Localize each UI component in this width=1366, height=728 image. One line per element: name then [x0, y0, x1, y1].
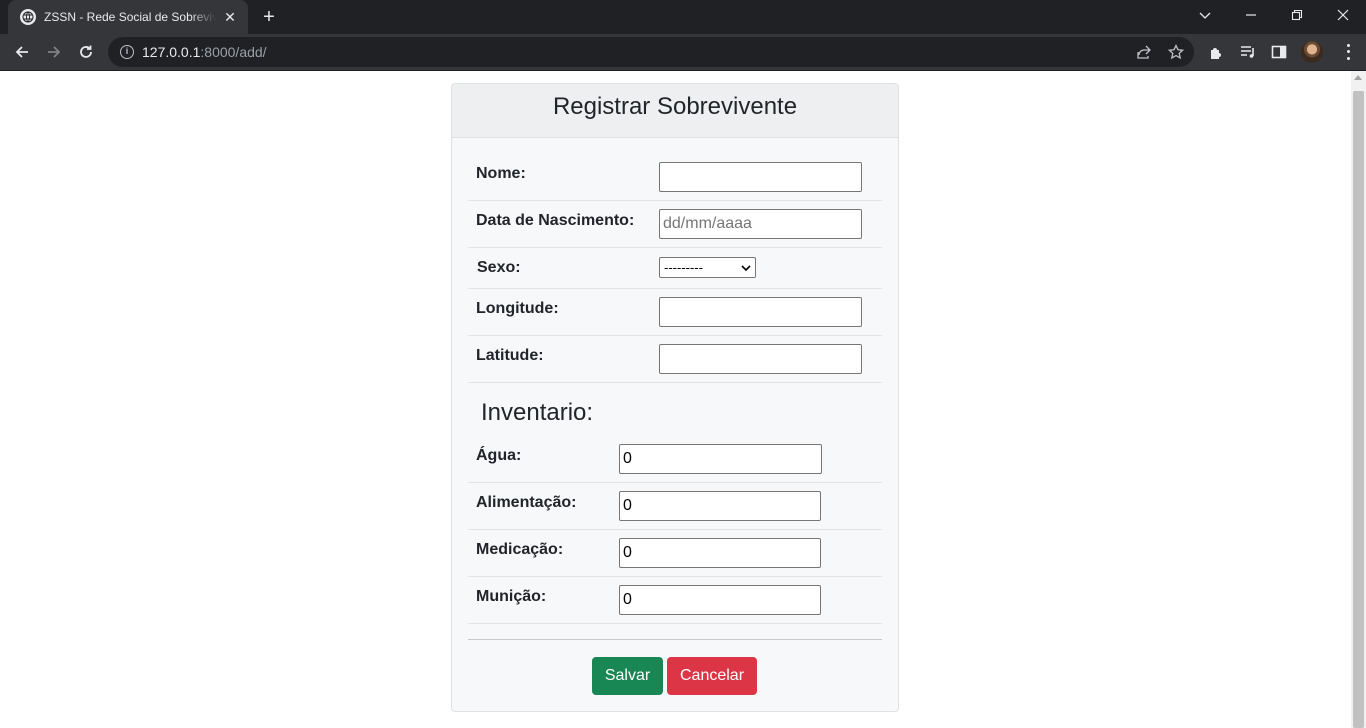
tab-title: ZSSN - Rede Social de Sobreviventes: [44, 10, 216, 24]
scroll-up-icon[interactable]: [1354, 75, 1362, 80]
label-alimentacao: Alimentação:: [476, 494, 577, 511]
form-row-longitude: Longitude:: [468, 289, 882, 336]
label-nome: Nome:: [476, 165, 526, 182]
url-host: 127.0.0.1: [142, 44, 201, 60]
menu-icon[interactable]: [1340, 42, 1356, 62]
side-panel-icon[interactable]: [1271, 44, 1287, 60]
address-bar[interactable]: i 127.0.0.1:8000/add/: [108, 37, 1194, 67]
form-row-medicacao: Medicação:: [468, 530, 882, 577]
page-scrollbar[interactable]: [1351, 71, 1366, 728]
info-icon[interactable]: i: [120, 45, 134, 59]
form-row-nascimento: Data de Nascimento:: [468, 201, 882, 248]
globe-icon: [20, 9, 36, 25]
url-path: :8000/add/: [200, 44, 267, 60]
close-tab-icon[interactable]: ✕: [222, 9, 238, 26]
form-row-sexo: Sexo: ---------: [468, 248, 882, 289]
scrollbar-thumb[interactable]: [1353, 91, 1364, 728]
medicacao-input[interactable]: [619, 538, 821, 568]
label-municao: Munição:: [476, 588, 547, 605]
star-icon[interactable]: [1168, 44, 1184, 60]
label-medicacao: Medicação:: [476, 541, 564, 558]
label-nascimento: Data de Nascimento:: [476, 212, 635, 229]
label-latitude: Latitude:: [476, 347, 544, 364]
form-divider: [468, 639, 882, 640]
nome-input[interactable]: [659, 162, 862, 192]
agua-input[interactable]: [619, 444, 822, 474]
page-viewport: Registrar Sobrevivente Nome: Data de Nas…: [0, 71, 1366, 728]
save-button[interactable]: Salvar: [592, 657, 663, 695]
forward-button[interactable]: [40, 38, 68, 66]
sexo-selected-value: ---------: [664, 260, 703, 275]
share-icon[interactable]: [1136, 44, 1152, 60]
form-row-agua: Água:: [468, 436, 882, 483]
close-icon: [1337, 9, 1349, 21]
tab-strip: ZSSN - Rede Social de Sobreviventes ✕ +: [0, 0, 1366, 34]
media-control-icon[interactable]: [1240, 44, 1256, 60]
arrow-left-icon: [15, 46, 28, 58]
reload-icon: [80, 45, 92, 58]
chevron-down-icon: [741, 264, 751, 271]
minimize-button[interactable]: [1228, 0, 1274, 30]
form-row-municao: Munição:: [468, 577, 882, 624]
form-row-nome: Nome:: [468, 150, 882, 201]
extensions-icon[interactable]: [1208, 44, 1224, 60]
reload-button[interactable]: [72, 38, 100, 66]
form-row-latitude: Latitude:: [468, 336, 882, 383]
municao-input[interactable]: [619, 585, 821, 615]
browser-toolbar: i 127.0.0.1:8000/add/: [0, 34, 1366, 71]
label-longitude: Longitude:: [476, 300, 559, 317]
minimize-icon: [1246, 14, 1256, 16]
chevron-down-icon: [1199, 12, 1211, 19]
page-title: Registrar Sobrevivente: [552, 93, 798, 120]
restore-icon: [1291, 9, 1303, 21]
birthdate-input[interactable]: [659, 209, 862, 239]
label-agua: Água:: [476, 447, 522, 464]
sexo-select[interactable]: ---------: [659, 257, 756, 278]
register-card: Registrar Sobrevivente Nome: Data de Nas…: [451, 83, 899, 712]
new-tab-button[interactable]: +: [258, 6, 280, 28]
back-button[interactable]: [8, 38, 36, 66]
profile-avatar[interactable]: [1301, 41, 1323, 63]
longitude-input[interactable]: [659, 297, 862, 327]
alimentacao-input[interactable]: [619, 491, 821, 521]
label-sexo: Sexo:: [477, 259, 521, 276]
inventory-title: Inventario:: [481, 399, 594, 426]
cancel-button[interactable]: Cancelar: [667, 657, 757, 695]
close-window-button[interactable]: [1320, 0, 1366, 30]
arrow-right-icon: [48, 46, 61, 58]
latitude-input[interactable]: [659, 344, 862, 374]
card-header: Registrar Sobrevivente: [452, 84, 898, 138]
tab-search-button[interactable]: [1182, 0, 1228, 30]
browser-tab[interactable]: ZSSN - Rede Social de Sobreviventes ✕: [8, 0, 248, 34]
form-row-alimentacao: Alimentação:: [468, 483, 882, 530]
restore-button[interactable]: [1274, 0, 1320, 30]
